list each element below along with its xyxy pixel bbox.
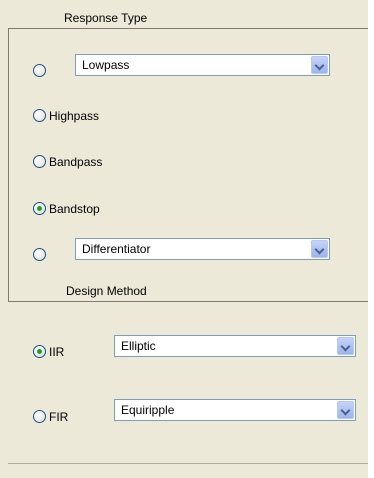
radio-fir-label[interactable]: FIR <box>49 410 68 424</box>
radio-lowpass[interactable] <box>33 64 46 77</box>
chevron-down-icon[interactable] <box>337 337 354 355</box>
response-type-dropdown[interactable]: Differentiator <box>75 238 330 260</box>
fir-design-dropdown[interactable]: Equiripple <box>114 399 356 421</box>
radio-bandpass[interactable] <box>33 155 46 168</box>
chevron-down-icon[interactable] <box>311 56 328 74</box>
fir-design-dropdown-value: Equiripple <box>121 403 175 417</box>
response-type-title: Response Type <box>56 11 201 27</box>
radio-highpass[interactable] <box>33 109 46 122</box>
panel-bottom-edge <box>8 463 368 464</box>
radio-highpass-label[interactable]: Highpass <box>49 109 99 123</box>
radio-bandstop[interactable] <box>33 202 46 215</box>
design-method-title: Design Method <box>58 284 188 300</box>
iir-design-dropdown[interactable]: Elliptic <box>114 335 356 357</box>
radio-iir[interactable] <box>33 345 46 358</box>
lowpass-dropdown[interactable]: Lowpass <box>75 54 330 76</box>
radio-other-response[interactable] <box>33 248 46 261</box>
radio-bandstop-label[interactable]: Bandstop <box>49 202 100 216</box>
design-method-divider-left <box>8 301 37 302</box>
design-method-divider-right <box>188 301 370 302</box>
radio-iir-label[interactable]: IIR <box>49 345 64 359</box>
iir-design-dropdown-value: Elliptic <box>121 339 156 353</box>
response-type-dropdown-value: Differentiator <box>82 242 151 256</box>
lowpass-dropdown-value: Lowpass <box>82 58 130 72</box>
chevron-down-icon[interactable] <box>337 401 354 419</box>
filter-spec-panel: Response Type Lowpass Highpass Bandpass … <box>0 0 374 478</box>
panel-right-gutter <box>368 0 374 478</box>
radio-bandpass-label[interactable]: Bandpass <box>49 155 102 169</box>
radio-fir[interactable] <box>33 410 46 423</box>
chevron-down-icon[interactable] <box>311 240 328 258</box>
